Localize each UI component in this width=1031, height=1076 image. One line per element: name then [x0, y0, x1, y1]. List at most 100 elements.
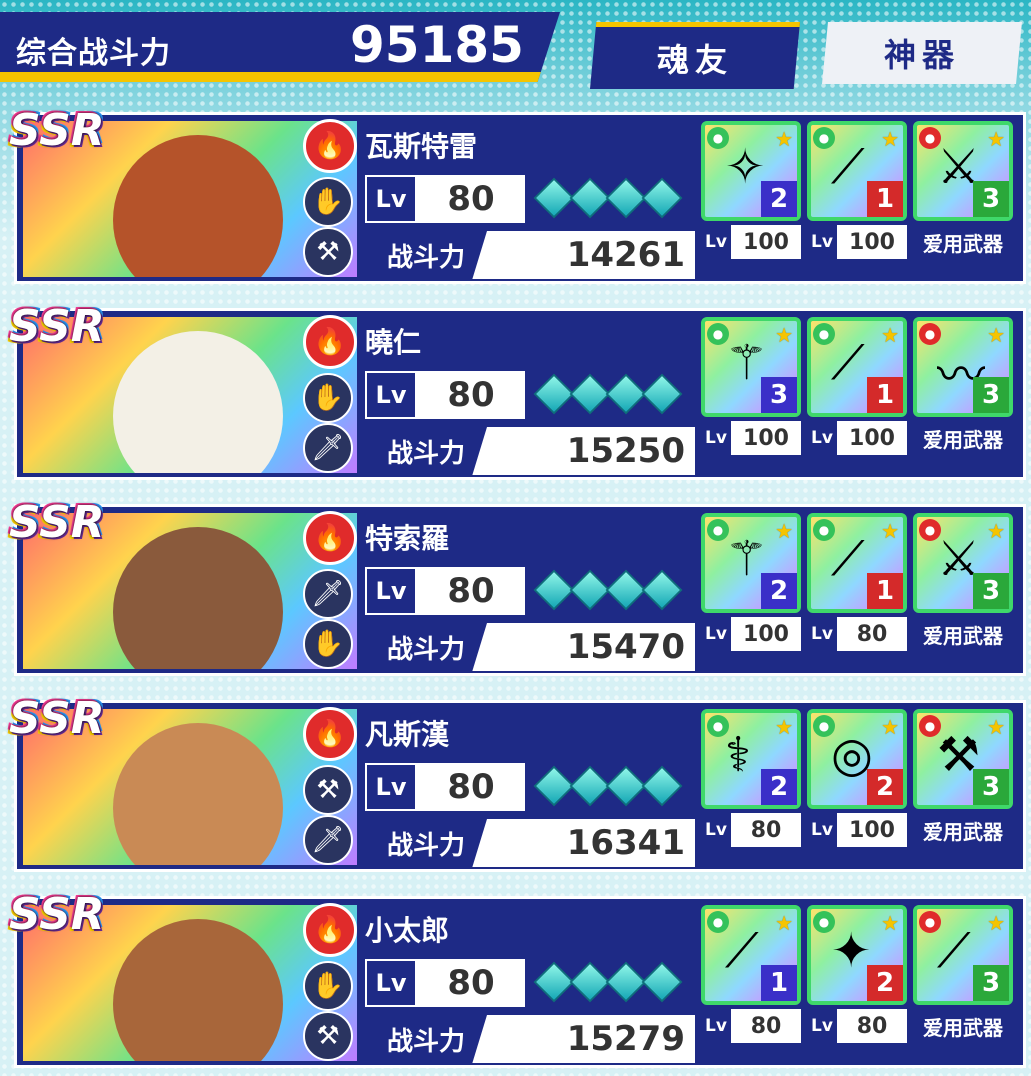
favorite-weapon-label: 爱用武器 — [913, 813, 1013, 847]
fire-element-icon: 🔥 — [303, 119, 357, 173]
equipment-frame: ● ★ ⟋ 1 — [807, 513, 907, 613]
side-icons: 🔥 ✋ ⚒ — [303, 117, 357, 277]
equipment-frame: ● ★ 〰 3 — [913, 317, 1013, 417]
gem-icon — [641, 373, 683, 415]
awakening-gems — [533, 177, 683, 219]
combat-power-value: 15279 — [566, 1019, 685, 1059]
equipment-list: ● ★ ⚚ 3 Lv 100 ● ★ ⟋ 1 Lv 100 ● ★ 〰 3 爱用… — [701, 317, 1023, 473]
equipment-slot[interactable]: ● ★ ⟋ 1 Lv 80 — [807, 513, 907, 669]
equipment-rank: 1 — [867, 377, 903, 413]
equipment-footer: Lv 80 — [701, 1009, 801, 1043]
equipment-slot[interactable]: ● ★ ⚕ 2 Lv 80 — [701, 709, 801, 865]
equipment-list: ● ★ ⚚ 2 Lv 100 ● ★ ⟋ 1 Lv 80 ● ★ ⚔ 3 爱用武… — [701, 513, 1023, 669]
equipment-rank: 2 — [867, 769, 903, 805]
equipment-frame: ● ★ ⟋ 1 — [701, 905, 801, 1005]
star-icon: ★ — [775, 911, 793, 935]
character-name: 曉仁 — [365, 326, 422, 359]
equip-level: 100 — [743, 621, 789, 647]
equipment-slot[interactable]: ● ★ ⟋ 1 Lv 100 — [807, 121, 907, 277]
equipment-footer: Lv 100 — [701, 421, 801, 455]
character-face — [113, 723, 283, 865]
rarity-badge: SSR — [9, 301, 105, 352]
gem-icon — [533, 373, 575, 415]
equipment-slot[interactable]: ● ★ ⟋ 1 Lv 80 — [701, 905, 801, 1061]
curved-staff-icon: ⚕ — [725, 727, 751, 783]
equipment-slot[interactable]: ● ★ ✦ 2 Lv 80 — [807, 905, 907, 1061]
equipment-slot[interactable]: ● ★ ⚔ 3 爱用武器 — [913, 513, 1013, 669]
character-name: 瓦斯特雷 — [365, 130, 478, 163]
equipment-slot[interactable]: ● ★ ⚚ 2 Lv 100 — [701, 513, 801, 669]
character-level: 80 — [417, 371, 525, 419]
total-power-label: 综合战斗力 — [16, 36, 171, 71]
star-icon: ★ — [775, 127, 793, 151]
equipment-rank: 1 — [867, 573, 903, 609]
equipment-frame: ● ★ ⚒ 3 — [913, 709, 1013, 809]
equip-level: 100 — [849, 817, 895, 843]
character-name: 特索羅 — [365, 522, 450, 555]
equipment-slot[interactable]: ● ★ ⚒ 3 爱用武器 — [913, 709, 1013, 865]
combat-power-label: 战斗力 — [365, 1015, 487, 1063]
equipment-list: ● ★ ⚕ 2 Lv 80 ● ★ ◎ 2 Lv 100 ● ★ ⚒ 3 爱用武… — [701, 709, 1023, 865]
star-icon: ★ — [881, 127, 899, 151]
equip-level: 100 — [849, 425, 895, 451]
combat-power-value: 15470 — [566, 627, 685, 667]
favorite-weapon-label: 爱用武器 — [913, 1009, 1013, 1043]
equipment-frame: ● ★ ⟋ 1 — [807, 317, 907, 417]
equipment-slot[interactable]: ● ★ ⟋ 3 爱用武器 — [913, 905, 1013, 1061]
character-level: 80 — [417, 959, 525, 1007]
equipment-rank: 3 — [973, 573, 1009, 609]
equipment-frame: ● ★ ✧ 2 — [701, 121, 801, 221]
character-card[interactable]: SSR 🔥 ✋ ⚒ 瓦斯特雷 Lv 80 战斗力 14261 ● ★ ✧ 2 L… — [9, 105, 1026, 284]
equipment-footer: 爱用武器 — [913, 421, 1013, 455]
equipment-footer: Lv 100 — [807, 813, 907, 847]
equip-lv-label: Lv — [807, 225, 837, 259]
equipment-footer: Lv 100 — [701, 225, 801, 259]
equipment-frame: ● ★ ⚔ 3 — [913, 513, 1013, 613]
axe-icon: ⚒ — [303, 765, 353, 815]
combat-power-label: 战斗力 — [365, 231, 487, 279]
side-icons: 🔥 ⚒ 🗡 — [303, 705, 357, 865]
equipment-frame: ● ★ ⟋ 1 — [807, 121, 907, 221]
gem-icon — [641, 177, 683, 219]
header: 综合战斗力 95185 魂友 神器 — [0, 0, 1031, 96]
character-card[interactable]: SSR 🔥 ✋ 🗡 曉仁 Lv 80 战斗力 15250 ● ★ ⚚ 3 Lv … — [9, 301, 1026, 480]
character-card[interactable]: SSR 🔥 ⚒ 🗡 凡斯漢 Lv 80 战斗力 16341 ● ★ ⚕ 2 Lv… — [9, 693, 1026, 872]
equipment-footer: Lv 100 — [807, 225, 907, 259]
fire-element-icon: 🔥 — [303, 511, 357, 565]
axe-icon: ⚒ — [303, 1011, 353, 1061]
side-icons: 🔥 ✋ 🗡 — [303, 313, 357, 473]
equipment-frame: ● ★ ⚔ 3 — [913, 121, 1013, 221]
gem-icon — [641, 961, 683, 1003]
favorite-weapon-label: 爱用武器 — [913, 421, 1013, 455]
bat-icon: ⟋ — [937, 923, 971, 979]
character-card[interactable]: SSR 🔥 🗡 ✋ 特索羅 Lv 80 战斗力 15470 ● ★ ⚚ 2 Lv… — [9, 497, 1026, 676]
gem-icon — [533, 569, 575, 611]
equipment-slot[interactable]: ● ★ ⟋ 1 Lv 100 — [807, 317, 907, 473]
rarity-badge: SSR — [9, 693, 105, 744]
equipment-list: ● ★ ⟋ 1 Lv 80 ● ★ ✦ 2 Lv 80 ● ★ ⟋ 3 爱用武器 — [701, 905, 1023, 1061]
tab-artifacts[interactable]: 神器 — [822, 22, 1022, 84]
equipment-slot[interactable]: ● ★ ✧ 2 Lv 100 — [701, 121, 801, 277]
combat-power-label: 战斗力 — [365, 623, 487, 671]
equipment-slot[interactable]: ● ★ ⚚ 3 Lv 100 — [701, 317, 801, 473]
tab-soul-friends[interactable]: 魂友 — [590, 22, 800, 89]
equip-lv-label: Lv — [701, 617, 731, 651]
equip-lv-label: Lv — [807, 421, 837, 455]
star-icon: ★ — [987, 323, 1005, 347]
combat-power-label: 战斗力 — [365, 819, 487, 867]
equip-lv-label: Lv — [807, 813, 837, 847]
level-row: Lv 80 — [365, 567, 695, 615]
equip-lv-label: Lv — [701, 225, 731, 259]
equipment-footer: 爱用武器 — [913, 1009, 1013, 1043]
gem-icon — [605, 961, 647, 1003]
character-card[interactable]: SSR 🔥 ✋ ⚒ 小太郎 Lv 80 战斗力 15279 ● ★ ⟋ 1 Lv… — [9, 889, 1026, 1068]
gem-icon — [569, 177, 611, 219]
gauntlet-icon: ✋ — [303, 619, 353, 669]
equipment-footer: Lv 100 — [701, 617, 801, 651]
equipment-slot[interactable]: ● ★ ⚔ 3 爱用武器 — [913, 121, 1013, 277]
level-label: Lv — [365, 371, 417, 419]
equipment-rank: 3 — [973, 181, 1009, 217]
equipment-slot[interactable]: ● ★ ◎ 2 Lv 100 — [807, 709, 907, 865]
equipment-slot[interactable]: ● ★ 〰 3 爱用武器 — [913, 317, 1013, 473]
level-row: Lv 80 — [365, 371, 695, 419]
